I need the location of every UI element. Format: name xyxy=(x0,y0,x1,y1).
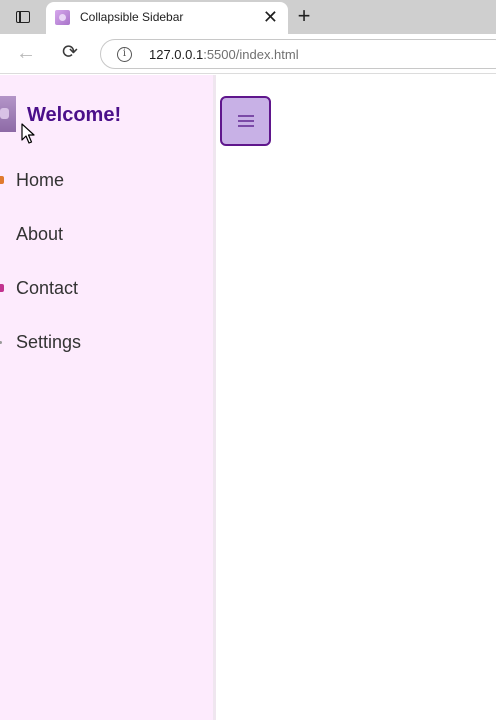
new-tab-button[interactable]: + xyxy=(292,5,316,29)
favicon-icon xyxy=(55,10,70,25)
url-host: 127.0.0.1 xyxy=(149,47,204,62)
sidebar-item-contact[interactable]: Contact xyxy=(0,270,214,310)
sidebar-item-label: Home xyxy=(16,170,65,190)
back-button[interactable]: ← xyxy=(16,42,36,65)
browser-tab[interactable]: Collapsible Sidebar ✕ xyxy=(46,2,288,34)
sidebar-item-label: Contact xyxy=(16,278,79,298)
close-tab-icon[interactable]: ✕ xyxy=(263,8,278,26)
tab-actions-button[interactable] xyxy=(8,7,38,27)
browser-toolbar: ← ⟳ i 127.0.0.1:5500/index.html xyxy=(0,34,496,74)
sidebar-item-home[interactable]: Home xyxy=(0,162,214,202)
tab-actions-icon xyxy=(16,11,30,23)
sidebar: Welcome! Home About Contact Settings xyxy=(0,75,216,720)
address-bar[interactable]: i 127.0.0.1:5500/index.html xyxy=(100,39,496,69)
sidebar-item-label: About xyxy=(16,224,64,244)
settings-icon xyxy=(0,341,2,344)
sidebar-item-label: Settings xyxy=(16,332,82,352)
avatar xyxy=(0,96,16,132)
info-icon[interactable]: i xyxy=(117,47,132,62)
sidebar-toggle-button[interactable] xyxy=(220,96,271,146)
tab-title: Collapsible Sidebar xyxy=(80,10,184,24)
hamburger-icon xyxy=(237,115,254,127)
reload-button[interactable]: ⟳ xyxy=(62,41,78,64)
sidebar-item-about[interactable]: About xyxy=(0,216,214,256)
page-content: Welcome! Home About Contact Settings xyxy=(0,75,496,720)
browser-tab-strip: Collapsible Sidebar ✕ + xyxy=(0,0,496,34)
url-path: :5500/index.html xyxy=(203,47,299,62)
about-icon xyxy=(0,230,4,238)
welcome-heading: Welcome! xyxy=(27,104,122,126)
url-text[interactable]: 127.0.0.1:5500/index.html xyxy=(149,47,299,62)
contact-icon xyxy=(0,284,4,292)
mouse-cursor-icon xyxy=(21,123,35,144)
sidebar-item-settings[interactable]: Settings xyxy=(0,324,214,364)
home-icon xyxy=(0,176,4,184)
